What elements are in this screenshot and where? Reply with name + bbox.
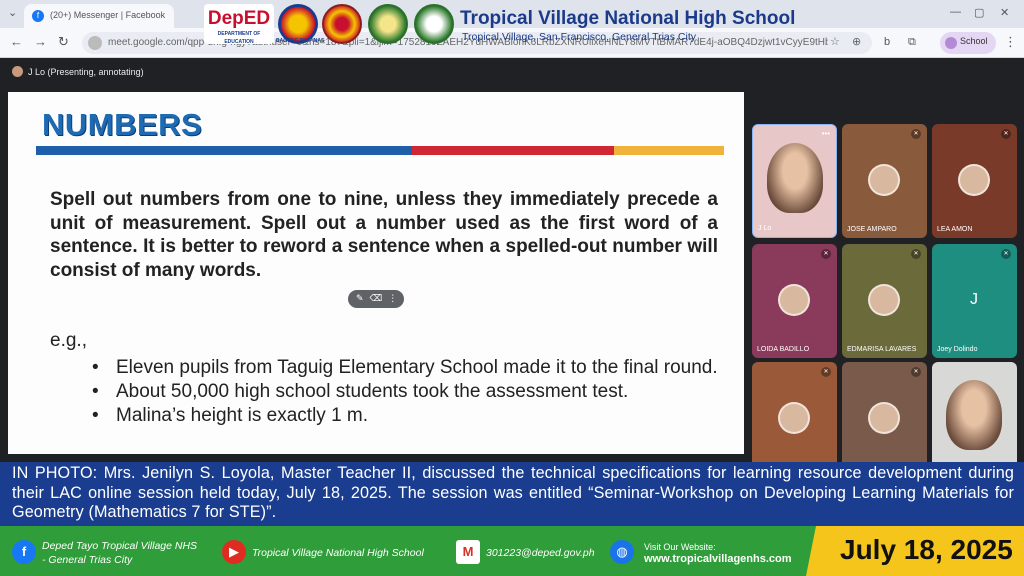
browser-menu-icon[interactable]: ⋮ (1004, 34, 1017, 50)
browser-tab[interactable]: f (20+) Messenger | Facebook (24, 4, 174, 28)
participant-tile[interactable]: ••• J Lo (752, 124, 837, 238)
school-address: Tropical Village, San Francisco, General… (462, 31, 697, 43)
meet-stage: J Lo (Presenting, annotating) NUMBERS Sp… (0, 58, 1024, 476)
participant-tile[interactable]: J ✕ Joey Dolindo (932, 244, 1017, 358)
zoom-icon[interactable]: ⊕ (852, 35, 861, 48)
participant-tile[interactable]: ✕ (842, 362, 927, 476)
participant-avatar (778, 284, 810, 316)
maximize-icon[interactable]: ▢ (974, 6, 984, 19)
footer-email-text: 301223@deped.gov.ph (486, 547, 595, 559)
more-options-icon[interactable]: ⋮ (388, 293, 403, 303)
participant-name: J Lo (758, 225, 772, 232)
participant-tile[interactable] (932, 362, 1017, 476)
slide-rule-red (412, 146, 614, 155)
mic-muted-icon: ✕ (1001, 249, 1011, 259)
slide-title: NUMBERS (42, 107, 203, 142)
participant-avatar (958, 164, 990, 196)
division-seal-logo (322, 4, 362, 44)
footer-website-url: www.tropicalvillagenhs.com (644, 553, 792, 565)
bagong-pilipinas-text: BAGONG PILIPINAS (276, 38, 325, 44)
slide-rule-blue (36, 146, 412, 155)
globe-icon: ◍ (610, 540, 634, 564)
back-icon[interactable]: ← (10, 34, 23, 49)
slide-examples-list: Eleven pupils from Taguig Elementary Sch… (92, 356, 720, 428)
participant-video (767, 143, 823, 213)
tab-list-chevron-icon[interactable]: ⌄ (8, 6, 17, 19)
footer-youtube-text: Tropical Village National High School (252, 547, 424, 559)
profile-label: School (960, 36, 988, 46)
deped-logo: DepED DEPARTMENT OF EDUCATION (204, 4, 274, 45)
slide-rule-yellow (614, 146, 724, 155)
participant-tile[interactable]: ✕ JOSE AMPARO (842, 124, 927, 238)
participant-name: JOSE AMPARO (847, 226, 897, 233)
participant-name: Joey Dolindo (937, 346, 978, 353)
mic-muted-icon: ✕ (911, 367, 921, 377)
photo-caption: IN PHOTO: Mrs. Jenilyn S. Loyola, Master… (0, 462, 1024, 526)
school-seal-logo (414, 4, 454, 44)
facebook-icon: f (12, 540, 36, 564)
youtube-play-icon: ▶ (222, 540, 246, 564)
facebook-icon: f (32, 10, 44, 22)
pen-icon[interactable]: ✎ (356, 293, 370, 303)
participant-tile[interactable]: ✕ EDMARISA LAVARES (842, 244, 927, 358)
participant-avatar (868, 164, 900, 196)
footer-facebook-line2: - General Trias City (42, 554, 133, 566)
participant-tile[interactable]: ✕ LEA AMON (932, 124, 1017, 238)
participant-avatar: J (958, 284, 990, 316)
minimize-icon[interactable]: — (950, 6, 961, 18)
participant-tile[interactable]: ✕ LOIDA BADILLO (752, 244, 837, 358)
forward-icon[interactable]: → (34, 34, 47, 49)
slide-example-item: Eleven pupils from Taguig Elementary Sch… (92, 356, 720, 380)
slide-eg-label: e.g., (50, 330, 87, 351)
gmail-icon: M (456, 540, 480, 564)
mic-muted-icon: ✕ (821, 367, 831, 377)
mic-muted-icon: ✕ (821, 249, 831, 259)
participant-avatar (778, 402, 810, 434)
mic-muted-icon: ✕ (911, 129, 921, 139)
slide-paragraph: Spell out numbers from one to nine, unle… (50, 189, 718, 281)
erase-icon[interactable]: ⌫ (370, 293, 389, 303)
participant-name: LEA AMON (937, 226, 973, 233)
school-header-banner: DepED DEPARTMENT OF EDUCATION BAGONG PIL… (200, 0, 830, 48)
annotation-toolbar[interactable]: ✎⌫⋮ (348, 290, 404, 308)
extensions-puzzle-icon[interactable]: ⧉ (908, 36, 916, 49)
city-seal-logo (368, 4, 408, 44)
tab-title: (20+) Messenger | Facebook (50, 10, 166, 20)
date-badge: July 18, 2025 (806, 526, 1024, 576)
date-text: July 18, 2025 (840, 534, 1013, 565)
presentation-slide: NUMBERS Spell out numbers from one to ni… (8, 92, 744, 454)
presenter-label: J Lo (Presenting, annotating) (12, 66, 144, 77)
reload-icon[interactable]: ↻ (58, 34, 69, 50)
participant-tile[interactable]: ✕ (752, 362, 837, 476)
more-options-icon[interactable]: ••• (822, 129, 830, 138)
school-name: Tropical Village National High School (460, 8, 796, 29)
participant-video (946, 380, 1002, 450)
mic-muted-icon: ✕ (1001, 129, 1011, 139)
site-info-icon[interactable] (88, 36, 102, 50)
deped-logo-subtext: DEPARTMENT OF EDUCATION (217, 31, 261, 45)
participant-avatar (868, 402, 900, 434)
screenshot-root: ⌄ f (20+) Messenger | Facebook — ▢ ✕ ← →… (0, 0, 1024, 576)
close-icon[interactable]: ✕ (1000, 6, 1009, 19)
extension-b-icon[interactable]: b (884, 36, 890, 48)
footer-facebook-line1: Deped Tayo Tropical Village NHS (42, 540, 198, 552)
bookmark-star-icon[interactable]: ☆ (830, 35, 840, 48)
participant-avatar (868, 284, 900, 316)
deped-logo-text: DepED (207, 8, 271, 29)
mic-muted-icon: ✕ (911, 249, 921, 259)
profile-button[interactable]: School (940, 32, 996, 54)
slide-example-item: Malina’s height is exactly 1 m. (92, 404, 720, 428)
slide-example-item: About 50,000 high school students took t… (92, 380, 720, 404)
participant-name: LOIDA BADILLO (757, 346, 810, 353)
participant-name: EDMARISA LAVARES (847, 346, 917, 353)
